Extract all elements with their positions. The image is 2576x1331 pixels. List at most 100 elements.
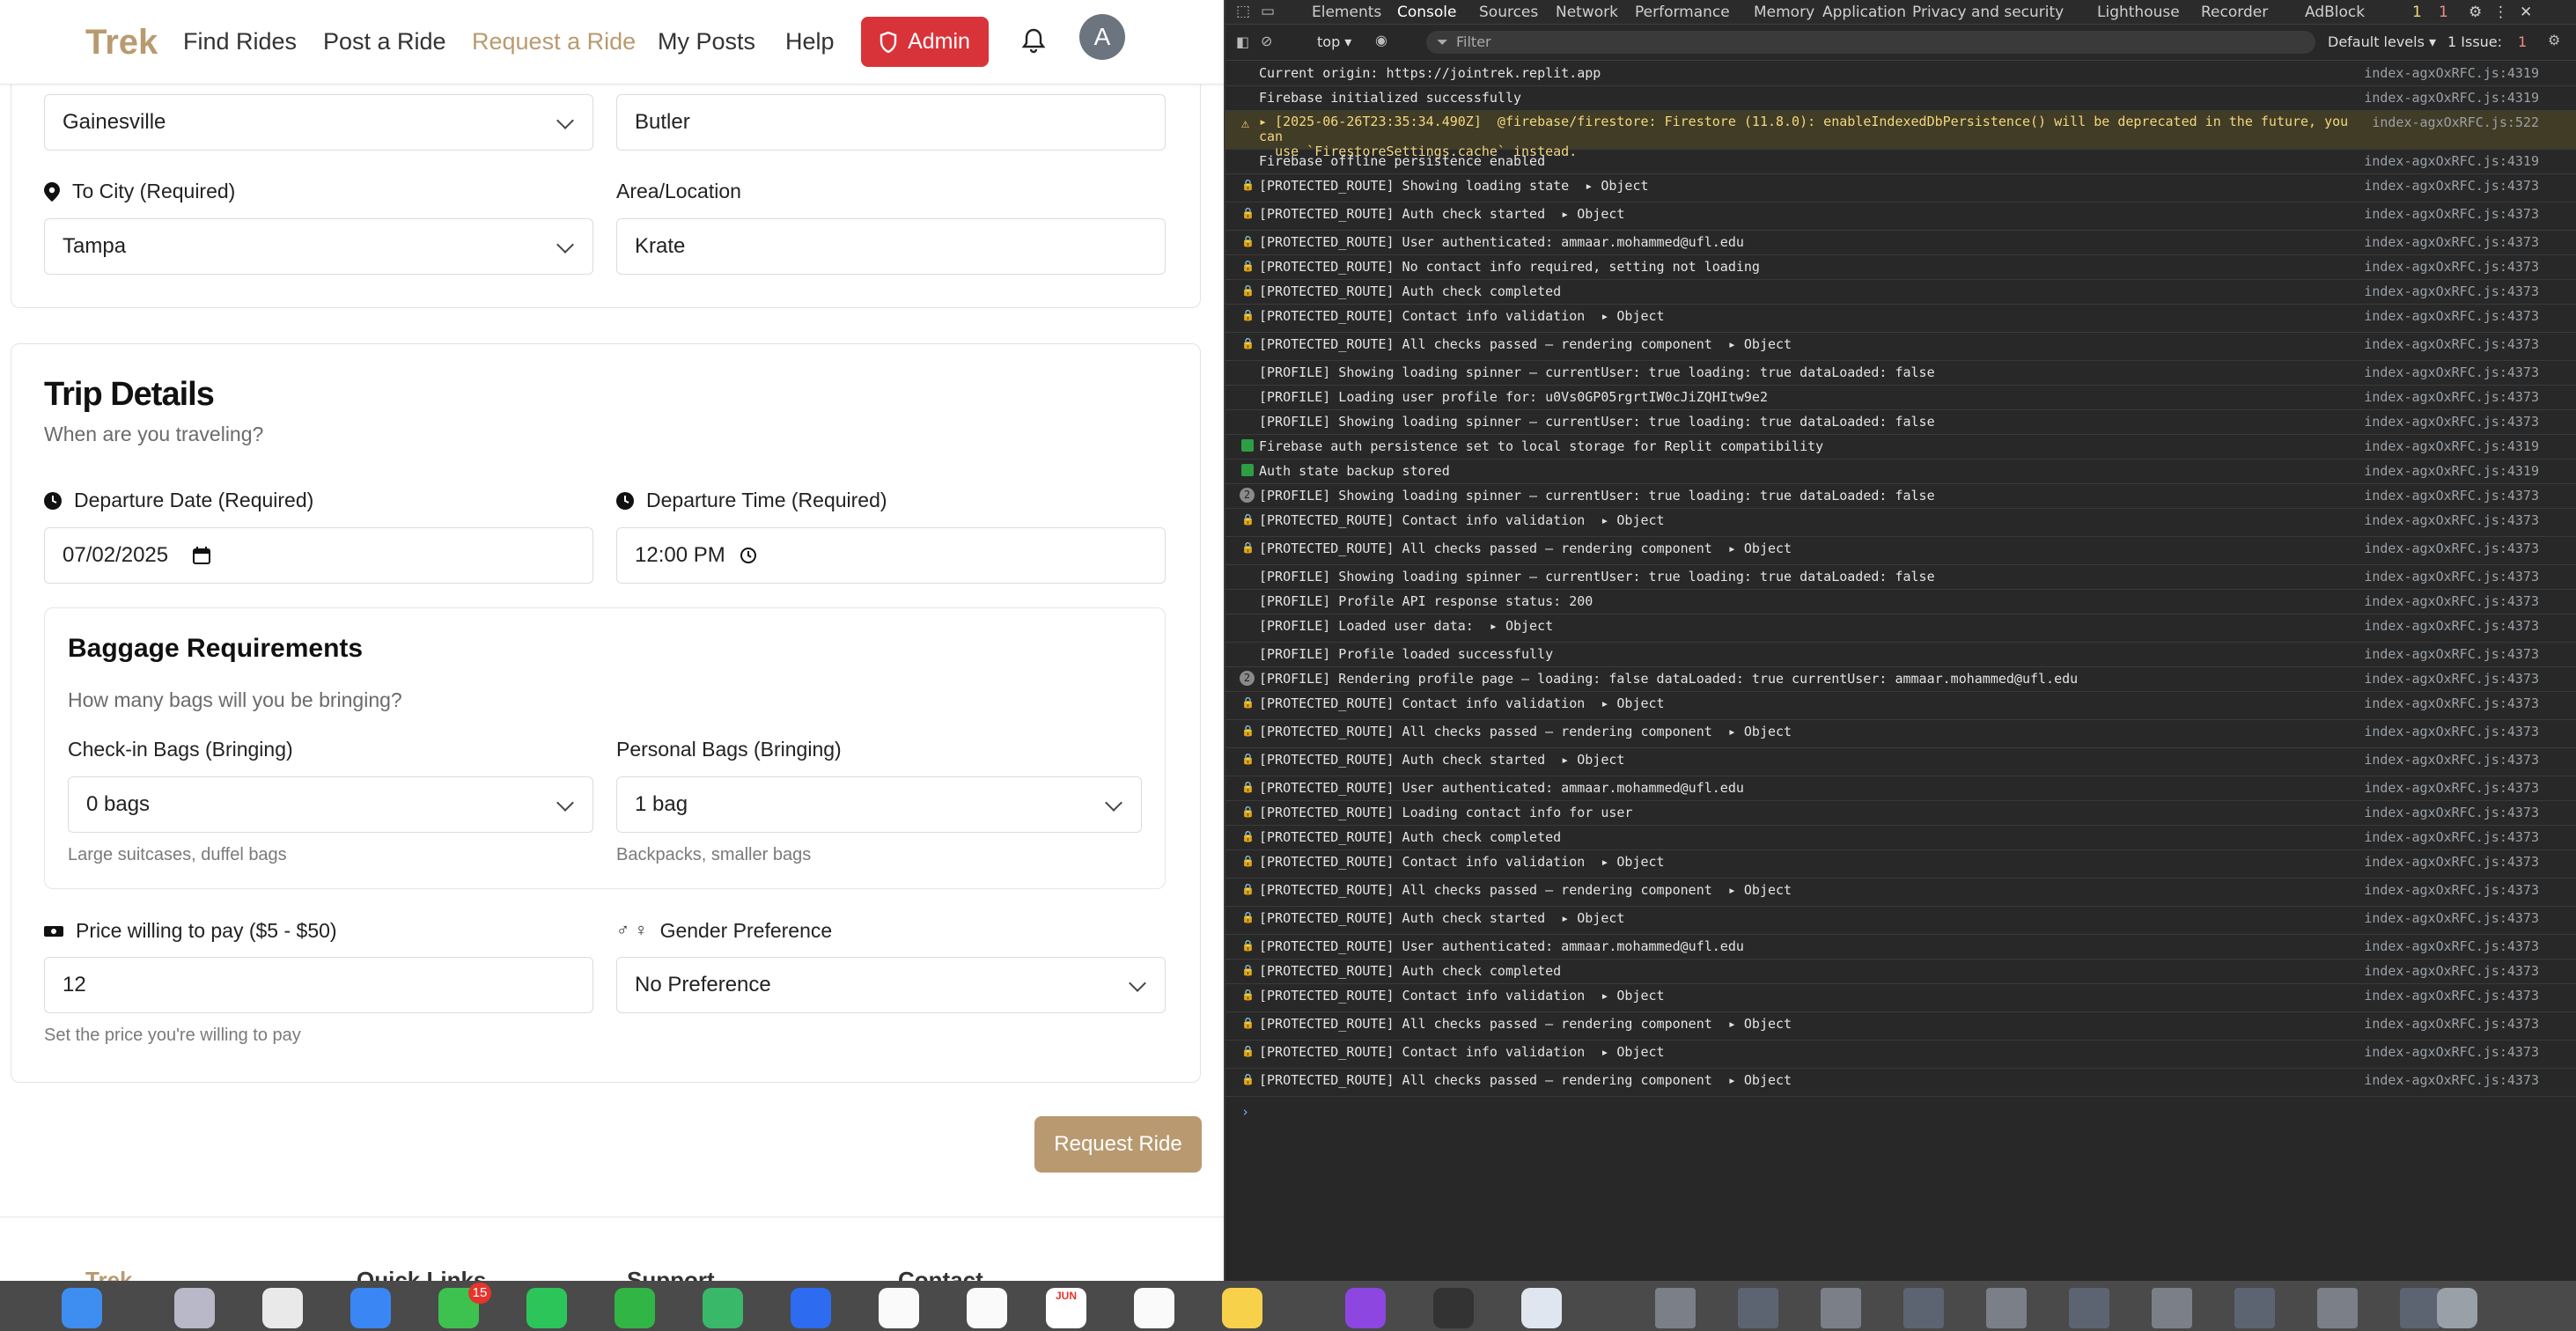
console-log-source-link[interactable]: index-agxOxRFC.js:4373 (2364, 988, 2539, 1004)
console-log-row[interactable]: [PROFILE] Showing loading spinner – curr… (1225, 410, 2576, 435)
console-log-source-link[interactable]: index-agxOxRFC.js:522 (2372, 114, 2539, 130)
console-log-source-link[interactable]: index-agxOxRFC.js:4373 (2364, 695, 2539, 711)
to-city-select[interactable]: Tampa (44, 218, 593, 275)
clock-icon[interactable] (740, 547, 757, 564)
admin-button[interactable]: Admin (861, 17, 989, 67)
console-log-source-link[interactable]: index-agxOxRFC.js:4373 (2364, 724, 2539, 739)
error-count-badge[interactable]: 1 (2439, 4, 2448, 21)
console-log-source-link[interactable]: index-agxOxRFC.js:4373 (2364, 963, 2539, 979)
console-log-source-link[interactable]: index-agxOxRFC.js:4373 (2364, 805, 2539, 820)
chatgpt-icon[interactable] (967, 1288, 1007, 1328)
console-log-row[interactable]: 🔒 [PROTECTED_ROUTE] Showing loading state… (1225, 174, 2576, 202)
devtools-tab-network[interactable]: Network (1556, 4, 1618, 21)
console-log-row[interactable]: 🔒 [PROTECTED_ROUTE] Auth check completed i… (1225, 826, 2576, 850)
from-city-select[interactable]: Gainesville (44, 94, 593, 151)
mail-icon[interactable] (350, 1288, 391, 1328)
console-log-source-link[interactable]: index-agxOxRFC.js:4373 (2364, 206, 2539, 222)
sidebar-toggle-icon[interactable]: ◧ (1236, 33, 1249, 50)
console-log-source-link[interactable]: index-agxOxRFC.js:4373 (2364, 910, 2539, 926)
avatar[interactable]: A (1079, 14, 1125, 60)
inspect-icon[interactable]: ⬚ (1236, 3, 1250, 20)
devtools-tab-lighthouse[interactable]: Lighthouse (2097, 4, 2180, 21)
personal-bags-select[interactable]: 1 bag (616, 776, 1142, 833)
console-log-row[interactable]: 🔒 [PROTECTED_ROUTE] Loading contact info … (1225, 801, 2576, 826)
logo[interactable]: Trek (85, 23, 158, 63)
finder-icon[interactable] (62, 1288, 102, 1328)
devtools-tab-application[interactable]: Application (1822, 4, 1906, 21)
console-log-source-link[interactable]: index-agxOxRFC.js:4373 (2364, 389, 2539, 405)
from-area-input[interactable]: Butler (616, 94, 1166, 151)
console-log-source-link[interactable]: index-agxOxRFC.js:4373 (2364, 1016, 2539, 1032)
nav-request-ride[interactable]: Request a Ride (472, 28, 636, 55)
console-log-source-link[interactable]: index-agxOxRFC.js:4319 (2364, 65, 2539, 81)
console-log-row[interactable]: 🔒 [PROTECTED_ROUTE] Auth check started ▸ … (1225, 748, 2576, 776)
issues-label[interactable]: 1 Issue: (2447, 33, 2502, 50)
console-log-source-link[interactable]: index-agxOxRFC.js:4319 (2364, 90, 2539, 106)
maps-icon[interactable] (703, 1288, 743, 1328)
console-log-source-link[interactable]: index-agxOxRFC.js:4373 (2364, 854, 2539, 870)
console-log-source-link[interactable]: index-agxOxRFC.js:4373 (2364, 512, 2539, 528)
console-log-row[interactable]: 🔒 [PROTECTED_ROUTE] Contact info validati… (1225, 305, 2576, 333)
console-log-source-link[interactable]: index-agxOxRFC.js:4373 (2364, 829, 2539, 845)
console-log-row[interactable]: ⚠ ▸ [2025-06-26T23:35:34.490Z] @firebase/… (1225, 111, 2576, 159)
console-log-row[interactable]: [PROFILE] Loading user profile for: u0Vs… (1225, 386, 2576, 410)
console-log-row[interactable]: 🔒 [PROTECTED_ROUTE] Contact info validati… (1225, 850, 2576, 879)
console-log-row[interactable]: 🔒 [PROTECTED_ROUTE] Contact info validati… (1225, 692, 2576, 720)
console-log-row[interactable]: 🔒 [PROTECTED_ROUTE] All checks passed – r… (1225, 720, 2576, 748)
close-devtools-icon[interactable]: ✕ (2520, 4, 2532, 21)
console-log-row[interactable]: [PROFILE] Showing loading spinner – curr… (1225, 565, 2576, 590)
console-log-row[interactable]: 🔒 [PROTECTED_ROUTE] All checks passed – r… (1225, 333, 2576, 361)
recent-window-thumbnail[interactable] (2234, 1288, 2275, 1328)
console-log-source-link[interactable]: index-agxOxRFC.js:4373 (2364, 1044, 2539, 1060)
devtools-tab-elements[interactable]: Elements (1312, 4, 1381, 21)
recent-window-thumbnail[interactable] (1655, 1288, 1696, 1328)
recent-window-thumbnail[interactable] (1738, 1288, 1778, 1328)
console-log-source-link[interactable]: index-agxOxRFC.js:4373 (2364, 593, 2539, 609)
console-log-row[interactable]: 🔒 [PROTECTED_ROUTE] Auth check started ▸ … (1225, 907, 2576, 935)
recent-window-thumbnail[interactable] (1903, 1288, 1944, 1328)
console-log-row[interactable]: 🔒 [PROTECTED_ROUTE] Auth check completed i… (1225, 280, 2576, 305)
price-input[interactable]: 12 (44, 957, 593, 1013)
console-log-row[interactable]: [PROFILE] Profile loaded successfully ind… (1225, 643, 2576, 667)
gender-select[interactable]: No Preference (616, 957, 1166, 1013)
console-log-source-link[interactable]: index-agxOxRFC.js:4373 (2364, 938, 2539, 954)
clear-console-icon[interactable]: ⊘ (1261, 33, 1272, 49)
console-log-source-link[interactable]: index-agxOxRFC.js:4373 (2364, 336, 2539, 352)
console-log-row[interactable]: [PROFILE] Profile API response status: 2… (1225, 590, 2576, 614)
settings-gear-icon[interactable]: ⚙ (2548, 32, 2560, 48)
console-log-source-link[interactable]: index-agxOxRFC.js:4373 (2364, 488, 2539, 504)
console-filter-input[interactable]: ⏷ Filter (1426, 31, 2315, 54)
departure-date-input[interactable]: 07/02/2025 (44, 527, 593, 584)
console-log-source-link[interactable]: index-agxOxRFC.js:4373 (2364, 780, 2539, 796)
devtools-tab-memory[interactable]: Memory (1754, 4, 1814, 21)
checkin-bags-select[interactable]: 0 bags (68, 776, 593, 833)
console-log-row[interactable]: 🔒 [PROTECTED_ROUTE] All checks passed – r… (1225, 879, 2576, 907)
console-log-row[interactable]: Auth state backup stored index-agxOxRFC.j… (1225, 460, 2576, 484)
calendar-icon[interactable] (193, 547, 211, 564)
console-log-row[interactable]: 2 [PROFILE] Showing loading spinner – cur… (1225, 484, 2576, 509)
to-area-input[interactable]: Krate (616, 218, 1166, 275)
console-log-row[interactable]: 2 [PROFILE] Rendering profile page – load… (1225, 667, 2576, 692)
console-log-source-link[interactable]: index-agxOxRFC.js:4319 (2364, 438, 2539, 454)
console-log-row[interactable]: 🔒 [PROTECTED_ROUTE] User authenticated: a… (1225, 935, 2576, 960)
nav-my-posts[interactable]: My Posts (658, 28, 755, 55)
issue-count-badge[interactable]: 1 (2518, 33, 2527, 50)
console-log-source-link[interactable]: index-agxOxRFC.js:4373 (2364, 283, 2539, 299)
warn-count-badge[interactable]: 1 (2412, 4, 2422, 21)
facetime-icon[interactable] (615, 1288, 655, 1328)
console-log-source-link[interactable]: index-agxOxRFC.js:4319 (2364, 463, 2539, 479)
log-levels-select[interactable]: Default levels ▾ (2328, 33, 2436, 50)
console-log-row[interactable]: Current origin: https://jointrek.replit.… (1225, 62, 2576, 86)
nav-find-rides[interactable]: Find Rides (183, 28, 297, 55)
notes-icon[interactable] (1222, 1288, 1262, 1328)
chrome-icon[interactable] (262, 1288, 303, 1328)
context-select[interactable]: top ▾ (1317, 33, 1351, 50)
recent-window-thumbnail[interactable] (2152, 1288, 2192, 1328)
console-log-row[interactable]: 🔒 [PROTECTED_ROUTE] All checks passed – r… (1225, 1012, 2576, 1041)
console-log-row[interactable]: 🔒 [PROTECTED_ROUTE] No contact info requi… (1225, 255, 2576, 280)
reminders-icon[interactable] (1134, 1288, 1174, 1328)
departure-time-input[interactable]: 12:00 PM (616, 527, 1166, 584)
devtools-tab-sources[interactable]: Sources (1479, 4, 1538, 21)
devtools-tab-adblock[interactable]: AdBlock (2305, 4, 2365, 21)
whatsapp-icon[interactable] (526, 1288, 567, 1328)
